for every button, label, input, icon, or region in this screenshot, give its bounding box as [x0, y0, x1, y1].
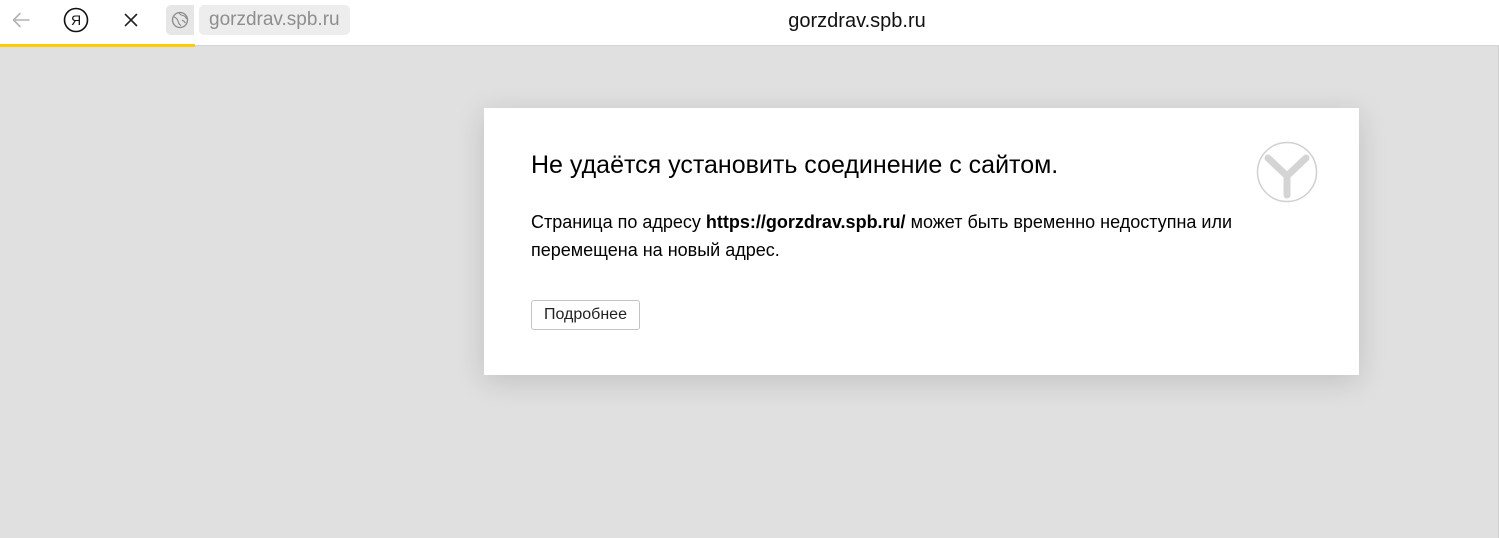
loading-progress-bar: [0, 44, 195, 47]
error-title: Не удаётся установить соединение с сайто…: [531, 151, 1059, 179]
details-button[interactable]: Подробнее: [531, 300, 640, 330]
error-card: Не удаётся установить соединение с сайто…: [484, 108, 1359, 375]
browser-toolbar: Я gorzdrav.spb.ru gorzdrav.spb.ru: [0, 0, 1499, 46]
error-description: Страница по адресу https://gorzdrav.spb.…: [531, 208, 1251, 264]
error-desc-prefix: Страница по адресу: [531, 212, 706, 232]
error-url: https://gorzdrav.spb.ru/: [705, 212, 906, 232]
page-title: gorzdrav.spb.ru: [788, 10, 926, 32]
yandex-browser-logo-icon: [1256, 141, 1318, 203]
